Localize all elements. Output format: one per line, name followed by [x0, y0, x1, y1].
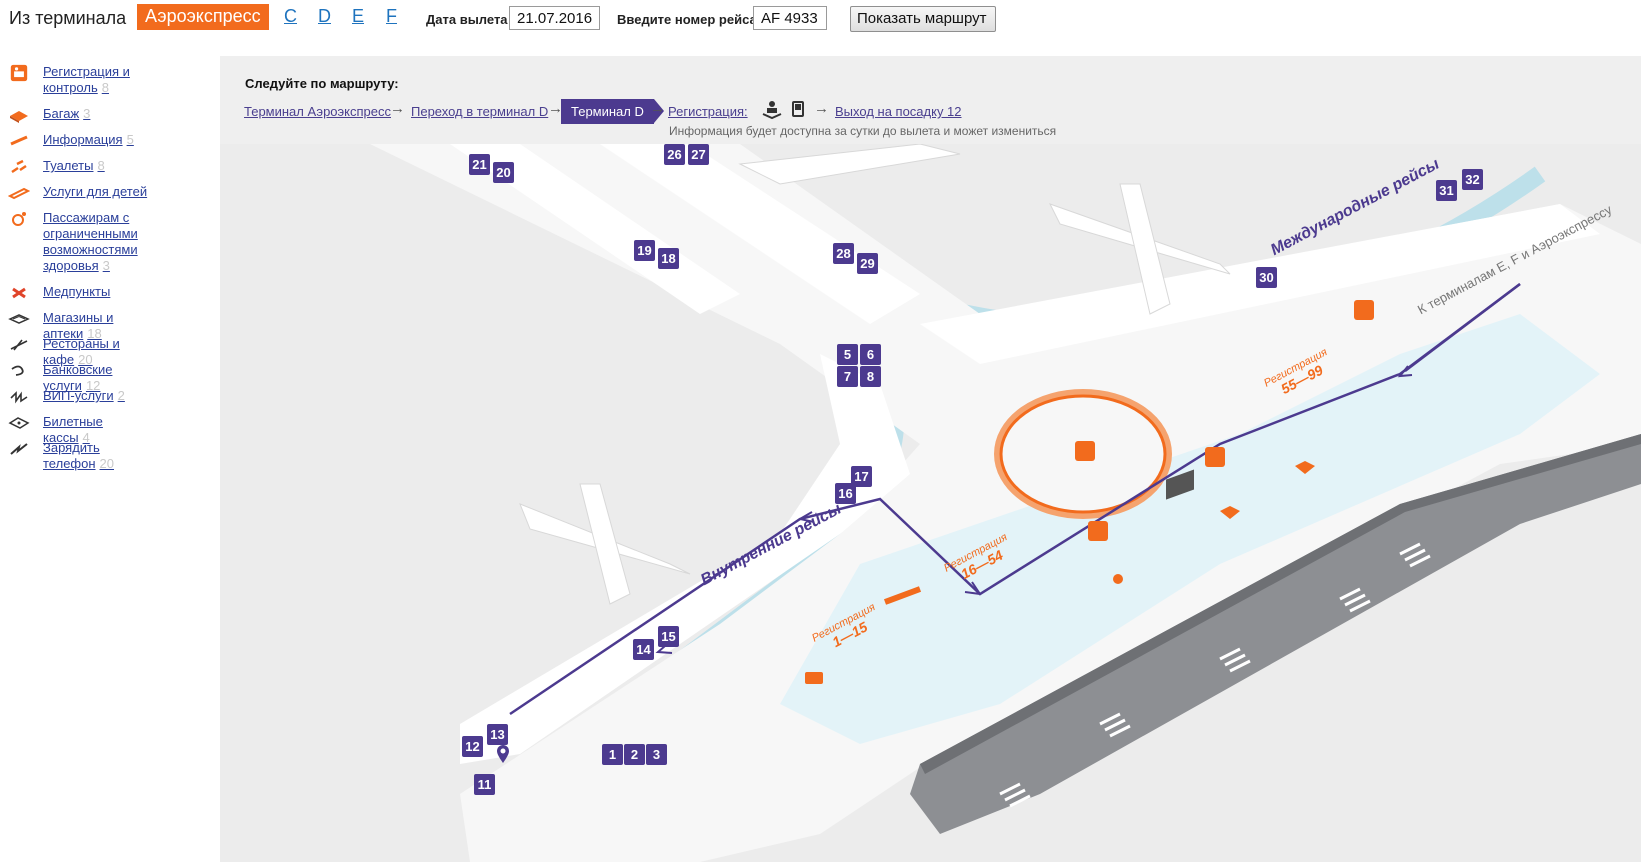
ticket-icon [8, 417, 30, 429]
arrow-right-icon: → [650, 100, 665, 117]
gate-13[interactable]: 13 [487, 724, 508, 745]
terminal-map-drawing [220, 144, 1641, 862]
gate-27[interactable]: 27 [688, 144, 709, 165]
route-panel: Следуйте по маршруту: Терминал Аэроэкспр… [220, 56, 1641, 144]
charge-icon [10, 443, 28, 455]
sidebar-item-label[interactable]: Регистрация и контроль 8 [43, 64, 153, 96]
tab-terminal-c[interactable]: C [284, 6, 297, 27]
gate-31[interactable]: 31 [1436, 180, 1457, 201]
route-step-gate[interactable]: Выход на посадку 12 [835, 104, 962, 119]
gate-8[interactable]: 8 [860, 366, 881, 387]
gate-11[interactable]: 11 [474, 774, 495, 795]
route-step-checkin[interactable]: Регистрация: [668, 104, 748, 119]
gate-16[interactable]: 16 [835, 483, 856, 504]
gate-32[interactable]: 32 [1462, 169, 1483, 190]
sidebar-item-label[interactable]: Зарядить телефон 20 [43, 440, 153, 472]
gate-12[interactable]: 12 [462, 736, 483, 757]
gate-14[interactable]: 14 [633, 639, 654, 660]
gate-30[interactable]: 30 [1256, 267, 1277, 288]
sidebar-item-label[interactable]: Багаж 3 [43, 106, 153, 122]
show-route-button[interactable]: Показать маршрут [850, 6, 996, 32]
gate-2[interactable]: 2 [624, 744, 645, 765]
route-info-note: Информация будет доступна за сутки до вы… [669, 124, 1057, 138]
sidebar-item-label[interactable]: Информация 5 [43, 132, 153, 148]
toilet-icon [11, 159, 27, 174]
from-terminal-label: Из терминала [9, 8, 127, 28]
info-icon [10, 135, 28, 146]
medical-icon [12, 287, 26, 299]
top-bar: Из терминала Аэроэкспресс C D E F Дата в… [0, 0, 1641, 40]
sidebar-item-label[interactable]: Услуги для детей [43, 184, 153, 200]
sidebar-item-label[interactable]: Пассажирам с ограниченными возможностями… [43, 210, 153, 274]
arrow-right-icon: → [814, 100, 829, 117]
tab-terminal-f[interactable]: F [386, 6, 397, 27]
sidebar-item-label[interactable]: ВИП-услуги 2 [43, 388, 153, 404]
route-step-transfer[interactable]: Переход в терминал D [411, 104, 548, 119]
accessibility-icon [12, 212, 26, 226]
gate-29[interactable]: 29 [857, 253, 878, 274]
gate-3[interactable]: 3 [646, 744, 667, 765]
gate-28[interactable]: 28 [833, 243, 854, 264]
gate-18[interactable]: 18 [658, 248, 679, 269]
gate-7[interactable]: 7 [837, 366, 858, 387]
children-icon [8, 187, 30, 200]
gate-1[interactable]: 1 [602, 744, 623, 765]
departure-date-label: Дата вылета [426, 12, 508, 27]
flight-number-label: Введите номер рейса [617, 12, 757, 27]
vip-icon [10, 391, 28, 404]
checkin-desk-icon [762, 101, 782, 120]
gate-20[interactable]: 20 [493, 162, 514, 183]
arrow-right-icon: → [390, 100, 405, 117]
route-title: Следуйте по маршруту: [245, 76, 399, 91]
gate-5[interactable]: 5 [837, 344, 858, 365]
bank-icon [11, 365, 24, 376]
terminal-map[interactable]: 21 20 26 27 19 18 28 29 31 32 30 5 6 7 8… [220, 144, 1641, 862]
gate-6[interactable]: 6 [860, 344, 881, 365]
destination-pin-icon [497, 745, 509, 763]
gate-21[interactable]: 21 [469, 154, 490, 175]
sidebar-item-label[interactable]: Медпункты [43, 284, 153, 300]
main-panel: Следуйте по маршруту: Терминал Аэроэкспр… [220, 56, 1641, 862]
tab-terminal-d[interactable]: D [318, 6, 331, 27]
shop-icon [8, 314, 30, 324]
route-step-aeroexpress[interactable]: Терминал Аэроэкспресс [244, 104, 391, 119]
gate-15[interactable]: 15 [658, 626, 679, 647]
tab-aeroexpress[interactable]: Аэроэкспресс [137, 4, 269, 30]
route-step-terminal-d[interactable]: Терминал D [561, 99, 664, 124]
kiosk-icon [792, 101, 804, 117]
restaurant-icon [10, 339, 28, 351]
sidebar-item-label[interactable]: Туалеты 8 [43, 158, 153, 174]
tab-terminal-e[interactable]: E [352, 6, 364, 27]
baggage-icon [10, 111, 28, 123]
departure-date-field[interactable]: 21.07.2016 [509, 6, 600, 30]
flight-number-field[interactable]: AF 4933 [753, 6, 827, 30]
checkin-icon [10, 64, 28, 82]
gate-26[interactable]: 26 [664, 144, 685, 165]
gate-19[interactable]: 19 [634, 240, 655, 261]
